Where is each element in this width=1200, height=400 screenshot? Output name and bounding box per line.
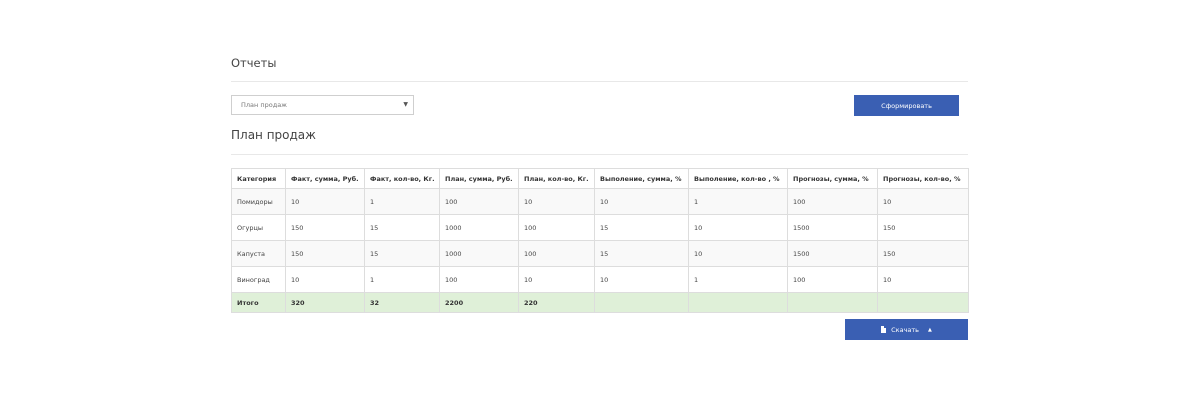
table-cell: 10: [285, 188, 365, 215]
table-cell: 100: [439, 188, 519, 215]
table-cell: 10: [594, 266, 689, 293]
file-icon: [881, 326, 887, 333]
total-cell: 32: [364, 292, 440, 313]
table-cell: 100: [787, 266, 878, 293]
table-row: Огурцы 150 15 1000 100 15 10 1500 150: [231, 214, 969, 241]
caret-up-icon: ▲: [928, 326, 932, 333]
table-cell: 10: [877, 188, 969, 215]
table-cell: 1000: [439, 240, 519, 267]
table-cell: Огурцы: [231, 214, 286, 241]
table-row: Капуста 150 15 1000 100 15 10 1500 150: [231, 240, 969, 267]
divider: [231, 154, 968, 155]
column-header: Прогнозы, сумма, %: [787, 168, 878, 189]
table-cell: 1: [688, 266, 788, 293]
column-header: Факт, сумма, Руб.: [285, 168, 365, 189]
report-select-value: План продаж: [241, 101, 288, 109]
column-header: Выполение, сумма, %: [594, 168, 689, 189]
total-cell: [688, 292, 788, 313]
table-cell: 150: [877, 214, 969, 241]
table-cell: 10: [688, 240, 788, 267]
table-cell: 10: [688, 214, 788, 241]
download-button-label: Скачать: [891, 325, 920, 334]
table-cell: 1: [364, 188, 440, 215]
table-cell: 15: [594, 240, 689, 267]
table-cell: 15: [364, 240, 440, 267]
table-cell: 150: [877, 240, 969, 267]
table-cell: 1500: [787, 240, 878, 267]
table-cell: 15: [594, 214, 689, 241]
total-cell: [594, 292, 689, 313]
total-cell: [877, 292, 969, 313]
table-cell: 100: [787, 188, 878, 215]
table-cell: 1: [364, 266, 440, 293]
table-cell: 100: [518, 214, 595, 241]
table-cell: 1500: [787, 214, 878, 241]
table-row: Помидоры 10 1 100 10 10 1 100 10: [231, 188, 969, 215]
report-select[interactable]: План продаж ▼: [231, 95, 414, 115]
total-cell: 2200: [439, 292, 519, 313]
column-header: Прогнозы, кол-во, %: [877, 168, 969, 189]
table-cell: Капуста: [231, 240, 286, 267]
total-cell: 220: [518, 292, 595, 313]
total-cell: [787, 292, 878, 313]
table-cell: 10: [518, 266, 595, 293]
column-header: Выполение, кол-во , %: [688, 168, 788, 189]
sales-plan-table: Категория Факт, сумма, Руб. Факт, кол-во…: [231, 168, 969, 313]
column-header: Факт, кол-во, Кг.: [364, 168, 440, 189]
column-header: Категория: [231, 168, 286, 189]
total-cell: 320: [285, 292, 365, 313]
table-cell: 10: [877, 266, 969, 293]
table-cell: 150: [285, 240, 365, 267]
table-cell: 100: [518, 240, 595, 267]
table-header-row: Категория Факт, сумма, Руб. Факт, кол-во…: [231, 168, 969, 189]
table-cell: Виноград: [231, 266, 286, 293]
table-cell: 10: [285, 266, 365, 293]
divider: [231, 81, 968, 82]
plan-title: План продаж: [231, 128, 316, 142]
table-cell: 100: [439, 266, 519, 293]
table-cell: Помидоры: [231, 188, 286, 215]
total-cell: Итого: [231, 292, 286, 313]
page: Отчеты План продаж ▼ Сформировать План п…: [0, 0, 1200, 400]
table-cell: 15: [364, 214, 440, 241]
generate-button[interactable]: Сформировать: [854, 95, 959, 116]
table-cell: 1: [688, 188, 788, 215]
caret-down-icon: ▼: [403, 101, 408, 108]
table-cell: 10: [518, 188, 595, 215]
table-row: Виноград 10 1 100 10 10 1 100 10: [231, 266, 969, 293]
table-cell: 150: [285, 214, 365, 241]
total-row: Итого 320 32 2200 220: [231, 292, 969, 313]
reports-title: Отчеты: [231, 56, 277, 70]
table-cell: 1000: [439, 214, 519, 241]
column-header: План, кол-во, Кг.: [518, 168, 595, 189]
table-cell: 10: [594, 188, 689, 215]
column-header: План, сумма, Руб.: [439, 168, 519, 189]
download-button[interactable]: Скачать ▲: [845, 319, 968, 340]
